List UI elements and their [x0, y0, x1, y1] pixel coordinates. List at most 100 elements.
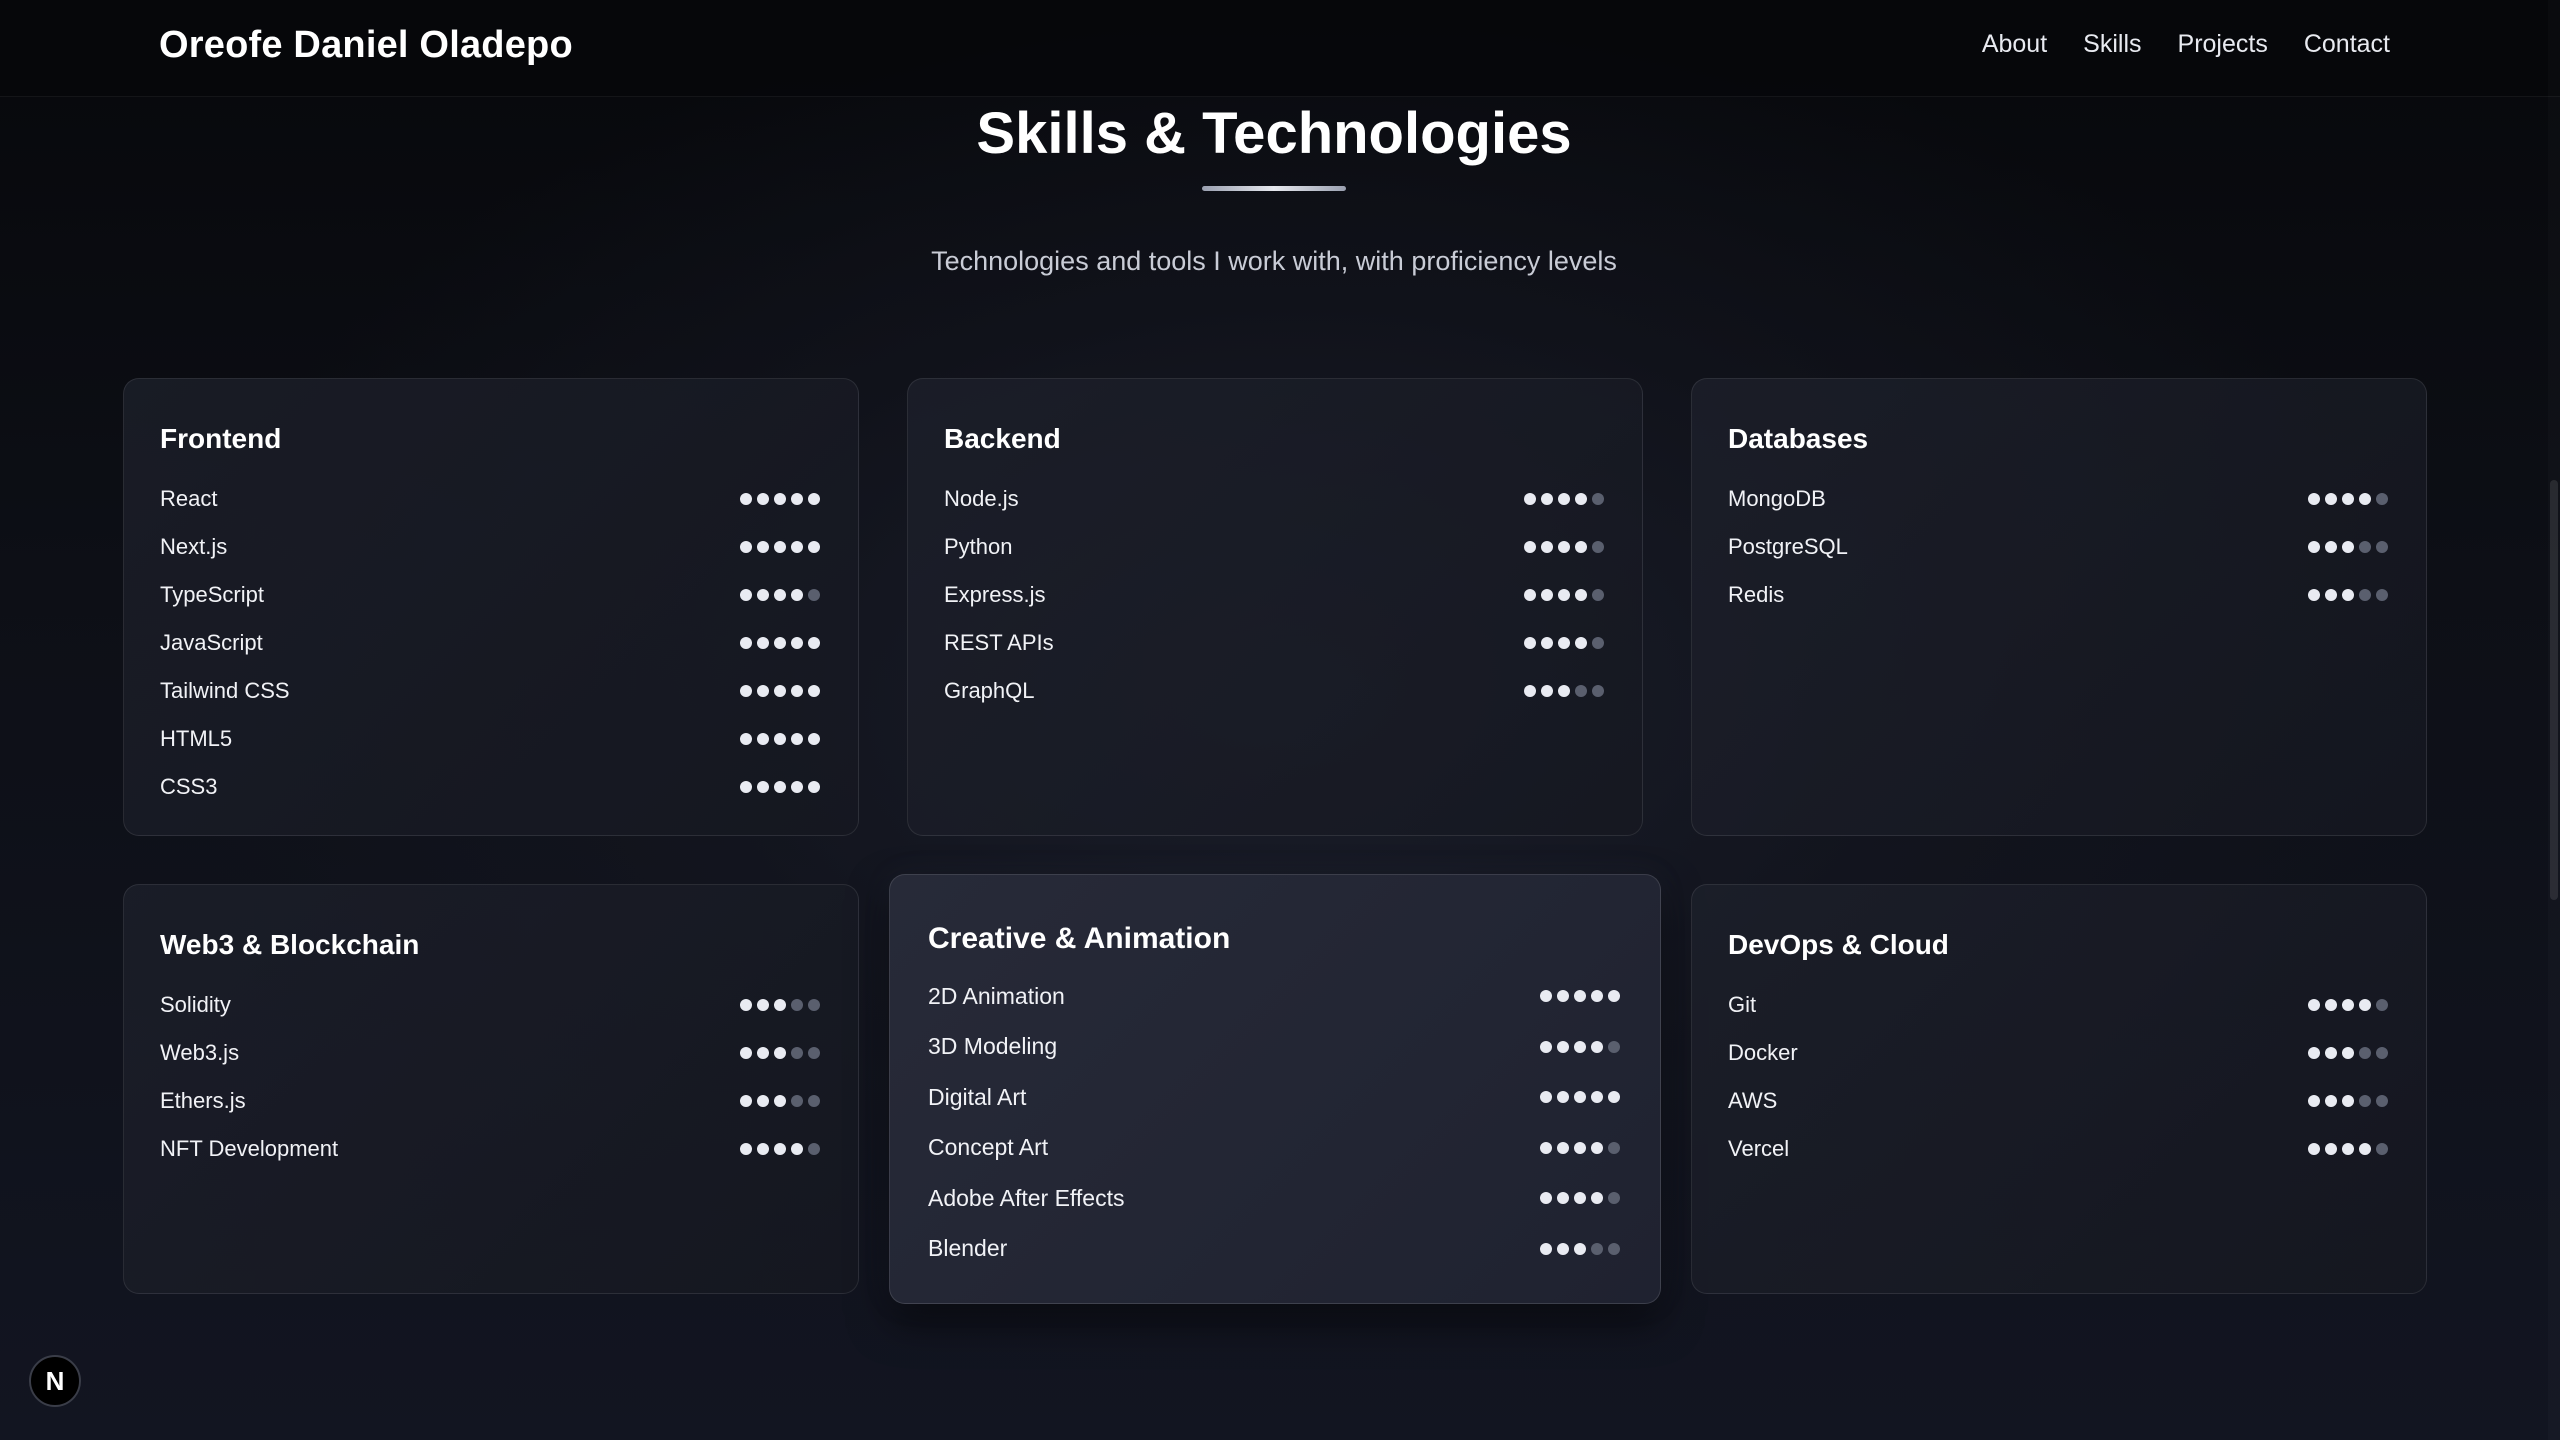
proficiency-dot-filled	[740, 1047, 752, 1059]
section-subtitle: Technologies and tools I work with, with…	[931, 246, 1617, 276]
proficiency-dots	[1540, 1040, 1620, 1053]
nav-projects-link[interactable]: Projects	[2178, 30, 2268, 59]
proficiency-dot-filled	[757, 1047, 769, 1059]
skill-name: Web3.js	[160, 1040, 240, 1065]
skill-row: Redis	[1728, 571, 2390, 619]
proficiency-dot-filled	[2308, 999, 2320, 1011]
proficiency-dot-filled	[808, 637, 820, 649]
skill-name: Blender	[928, 1235, 1008, 1262]
skill-row: Python	[944, 523, 1606, 571]
proficiency-dots	[740, 1095, 820, 1107]
proficiency-dot-filled	[1558, 685, 1570, 697]
proficiency-dot-filled	[1558, 589, 1570, 601]
proficiency-dots	[740, 999, 820, 1011]
proficiency-dot-empty	[2359, 541, 2371, 553]
proficiency-dot-filled	[1575, 637, 1587, 649]
proficiency-dot-filled	[2308, 541, 2320, 553]
skill-row: CSS3	[160, 763, 822, 811]
proficiency-dot-filled	[1557, 1040, 1569, 1053]
proficiency-dot-filled	[757, 541, 769, 553]
proficiency-dot-filled	[774, 999, 786, 1011]
skill-row: REST APIs	[944, 619, 1606, 667]
proficiency-dot-filled	[1557, 1091, 1569, 1104]
site-header: Oreofe Daniel Oladepo About Skills Proje…	[0, 0, 2560, 97]
proficiency-dot-empty	[808, 1095, 820, 1107]
skill-name: Node.js	[944, 486, 1019, 511]
proficiency-dot-filled	[1541, 589, 1553, 601]
skill-name: Ethers.js	[160, 1088, 246, 1113]
proficiency-dot-filled	[757, 999, 769, 1011]
skill-name: JavaScript	[160, 630, 263, 655]
proficiency-dot-empty	[808, 589, 820, 601]
proficiency-dot-filled	[774, 1143, 786, 1155]
proficiency-dot-filled	[757, 685, 769, 697]
proficiency-dots	[1524, 589, 1604, 601]
proficiency-dot-filled	[1540, 990, 1552, 1003]
proficiency-dot-filled	[791, 493, 803, 505]
proficiency-dot-empty	[808, 999, 820, 1011]
skill-name: PostgreSQL	[1728, 534, 1848, 559]
proficiency-dot-filled	[740, 1143, 752, 1155]
proficiency-dot-empty	[1608, 1040, 1620, 1053]
proficiency-dot-filled	[808, 733, 820, 745]
nav-contact-link[interactable]: Contact	[2304, 30, 2390, 59]
skill-name: Redis	[1728, 582, 1785, 607]
proficiency-dot-filled	[791, 781, 803, 793]
skill-row: Docker	[1728, 1029, 2390, 1077]
proficiency-dot-filled	[1557, 990, 1569, 1003]
proficiency-dot-filled	[774, 493, 786, 505]
skill-row: Next.js	[160, 523, 822, 571]
proficiency-dot-empty	[1592, 541, 1604, 553]
skill-row: AWS	[1728, 1077, 2390, 1125]
skill-name: Digital Art	[928, 1083, 1027, 1110]
skill-card-devops: DevOps & Cloud Git Docker AWS Vercel	[1691, 884, 2427, 1294]
card-title: DevOps & Cloud	[1728, 929, 1949, 960]
proficiency-dot-filled	[791, 541, 803, 553]
skill-row: Ethers.js	[160, 1077, 822, 1125]
nav-skills-link[interactable]: Skills	[2083, 30, 2141, 59]
proficiency-dots	[2308, 541, 2388, 553]
proficiency-dot-empty	[791, 999, 803, 1011]
proficiency-dot-filled	[774, 733, 786, 745]
page-scrollbar[interactable]	[2548, 0, 2560, 1440]
proficiency-dots	[1524, 685, 1604, 697]
proficiency-dot-filled	[2308, 1143, 2320, 1155]
page: Oreofe Daniel Oladepo About Skills Proje…	[0, 0, 2560, 1440]
proficiency-dot-filled	[740, 733, 752, 745]
brand-logo-link[interactable]: Oreofe Daniel Oladepo	[159, 24, 573, 67]
skill-row: Vercel	[1728, 1125, 2390, 1173]
proficiency-dot-filled	[757, 637, 769, 649]
skill-row: Blender	[928, 1224, 1622, 1275]
proficiency-dot-filled	[808, 541, 820, 553]
proficiency-dot-filled	[2359, 1143, 2371, 1155]
proficiency-dot-filled	[1541, 685, 1553, 697]
proficiency-dot-filled	[1557, 1141, 1569, 1154]
proficiency-dots	[740, 541, 820, 553]
nav-about-link[interactable]: About	[1982, 30, 2047, 59]
proficiency-dot-filled	[740, 781, 752, 793]
skill-row: Digital Art	[928, 1072, 1622, 1123]
proficiency-dot-filled	[808, 685, 820, 697]
skill-name: GraphQL	[944, 678, 1035, 703]
proficiency-dot-filled	[1540, 1141, 1552, 1154]
skill-name: Adobe After Effects	[928, 1184, 1125, 1211]
proficiency-dots	[2308, 999, 2388, 1011]
proficiency-dots	[740, 637, 820, 649]
proficiency-dot-filled	[1540, 1091, 1552, 1104]
skill-name: 3D Modeling	[928, 1033, 1058, 1060]
proficiency-dot-empty	[2376, 493, 2388, 505]
proficiency-dot-filled	[1540, 1040, 1552, 1053]
proficiency-dot-filled	[1575, 589, 1587, 601]
nextjs-dev-badge-icon[interactable]: N	[29, 1355, 81, 1407]
proficiency-dot-filled	[2359, 999, 2371, 1011]
page-scrollbar-thumb[interactable]	[2550, 480, 2558, 900]
skill-card-web3: Web3 & Blockchain Solidity Web3.js Ethers.j…	[123, 884, 859, 1294]
proficiency-dot-filled	[2342, 1095, 2354, 1107]
proficiency-dot-filled	[2342, 1143, 2354, 1155]
proficiency-dot-filled	[740, 541, 752, 553]
proficiency-dot-filled	[1591, 1091, 1603, 1104]
skill-row: GraphQL	[944, 667, 1606, 715]
proficiency-dot-filled	[1574, 990, 1586, 1003]
proficiency-dot-filled	[791, 733, 803, 745]
proficiency-dot-empty	[1591, 1242, 1603, 1255]
